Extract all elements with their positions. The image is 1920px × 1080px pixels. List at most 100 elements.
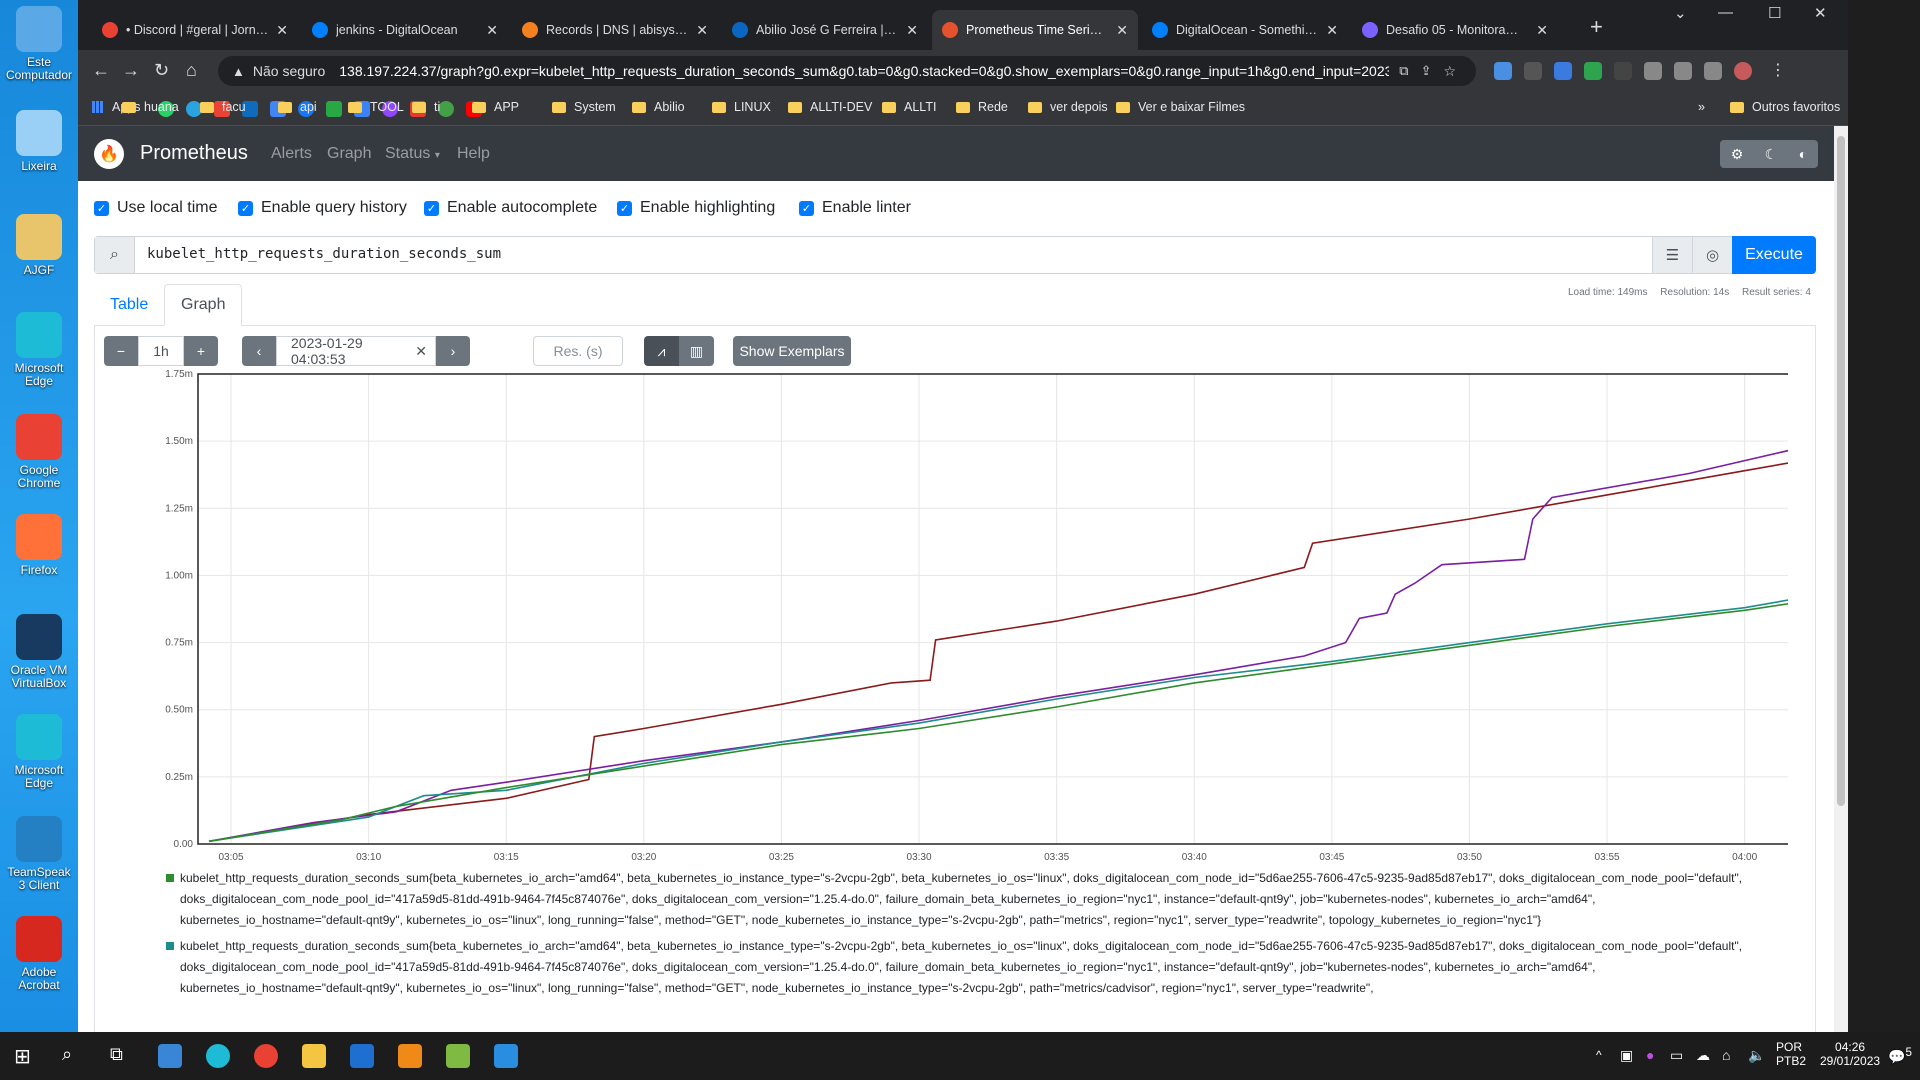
address-bar[interactable]: ▲ Não seguro 138.197.224.37/graph?g0.exp… (218, 56, 1476, 86)
close-window-icon[interactable]: ✕ (1814, 4, 1827, 22)
extension-sync-icon[interactable] (1614, 62, 1632, 80)
browser-tab[interactable]: Desafio 05 - Monitoramento ✕ (1352, 10, 1558, 50)
chevron-down-icon[interactable]: ⌄ (1674, 4, 1687, 22)
green-app-icon[interactable] (326, 101, 342, 117)
desktop-icon[interactable]: Oracle VM VirtualBox (4, 614, 74, 690)
extension-shield-icon[interactable] (1494, 62, 1512, 80)
task-view-icon[interactable]: ⧉ (110, 1044, 123, 1065)
bookmark-folder[interactable]: Rede (956, 100, 1008, 114)
moon-icon[interactable]: ☾ (1765, 146, 1778, 163)
avatar[interactable] (1734, 62, 1752, 80)
bookmark-star-icon[interactable]: ☆ (1443, 63, 1456, 80)
mail-icon[interactable] (350, 1044, 374, 1068)
desktop-icon[interactable]: Lixeira (4, 110, 74, 173)
desktop-icon[interactable]: Microsoft Edge (4, 714, 74, 790)
desktop-icon[interactable]: AJGF (4, 214, 74, 277)
edge-icon[interactable] (206, 1044, 230, 1068)
play-icon[interactable] (438, 101, 454, 117)
legend-item[interactable]: kubelet_http_requests_duration_seconds_s… (166, 936, 1746, 999)
bookmark-folder[interactable]: api (278, 100, 317, 114)
tray-chevron-icon[interactable]: ^ (1596, 1048, 1602, 1062)
contrast-icon[interactable]: ◐ (1799, 146, 1807, 162)
desktop-icon[interactable]: TeamSpeak 3 Client (4, 816, 74, 892)
checkbox-checked-icon[interactable]: ✓ (617, 200, 632, 216)
windows-start-icon[interactable]: ⊞ (14, 1044, 31, 1069)
side-panel-icon[interactable] (1704, 62, 1722, 80)
execute-button[interactable]: Execute (1732, 236, 1816, 274)
bookmark-folder[interactable]: ver depois (1028, 100, 1108, 114)
close-tab-icon[interactable]: ✕ (276, 22, 288, 39)
tray-app-icon[interactable]: ▣ (1620, 1047, 1633, 1064)
nav-help[interactable]: Help (457, 145, 490, 163)
vscode-icon[interactable] (494, 1044, 518, 1068)
close-tab-icon[interactable]: ✕ (696, 22, 708, 39)
forward-icon[interactable]: → (122, 60, 140, 81)
search-icon[interactable]: ⌕ (62, 1044, 72, 1065)
browser-tab[interactable]: Prometheus Time Series Collection ✕ (932, 10, 1138, 50)
extensions-puzzle-icon[interactable] (1644, 62, 1662, 80)
gear-icon[interactable]: ⚙ (1731, 146, 1744, 163)
scrollbar-thumb[interactable] (1837, 136, 1845, 806)
language-indicator[interactable]: POR PTB2 (1776, 1040, 1806, 1068)
close-tab-icon[interactable]: ✕ (1326, 22, 1338, 39)
bookmark-folder[interactable]: Abilio (632, 100, 685, 114)
checkbox-checked-icon[interactable]: ✓ (238, 200, 253, 216)
option-autocomplete[interactable]: ✓ Enable autocomplete (424, 199, 597, 217)
store-icon[interactable] (158, 1044, 182, 1068)
volume-icon[interactable]: 🔈 (1748, 1047, 1765, 1064)
nav-alerts[interactable]: Alerts (271, 145, 312, 163)
time-series-chart[interactable]: 0.00 0.25m 0.50m 0.75m 1.00m 1.25m 1.50m 1.75m 0… (78, 358, 1788, 868)
query-input[interactable]: kubelet_http_requests_duration_seconds_s… (147, 246, 501, 262)
kebab-menu-icon[interactable]: ⋮ (1770, 60, 1786, 80)
bookmark-folder[interactable]: ti (412, 100, 440, 114)
option-query-history[interactable]: ✓ Enable query history (238, 199, 407, 217)
notepad-plus-icon[interactable] (446, 1044, 470, 1068)
desktop-icon[interactable]: Microsoft Edge (4, 312, 74, 388)
browser-tab[interactable]: jenkins - DigitalOcean ✕ (302, 10, 508, 50)
clock[interactable]: 04:26 29/01/2023 (1820, 1040, 1880, 1068)
bookmark-folder[interactable]: huana (122, 100, 179, 114)
clear-icon[interactable]: ✕ (415, 343, 427, 360)
share-icon[interactable]: ⇪ (1421, 63, 1432, 79)
browser-tab[interactable]: Abilio José G Ferreira | LinkedIn ✕ (722, 10, 928, 50)
translate-icon[interactable]: ⧉ (1399, 63, 1408, 79)
tray-colored-icon[interactable]: ● (1646, 1047, 1654, 1063)
bookmark-folder[interactable]: facu (200, 100, 246, 114)
brand[interactable]: Prometheus (140, 142, 248, 165)
tray-monitor-icon[interactable]: ▭ (1670, 1047, 1683, 1064)
chrome-icon[interactable] (254, 1044, 278, 1068)
tab-graph[interactable]: Graph (164, 284, 243, 326)
bookmark-folder[interactable]: TOOL (348, 100, 404, 114)
reload-icon[interactable]: ↻ (154, 60, 169, 81)
close-tab-icon[interactable]: ✕ (486, 22, 498, 39)
bookmark-other[interactable]: Outros favoritos (1730, 100, 1840, 114)
back-icon[interactable]: ← (92, 60, 110, 81)
query-history-icon[interactable]: ☰ (1652, 237, 1692, 273)
bookmark-folder[interactable]: Ver e baixar Filmes (1116, 100, 1245, 114)
option-local-time[interactable]: ✓ Use local time (94, 199, 217, 217)
checkbox-checked-icon[interactable]: ✓ (799, 200, 814, 216)
bookmark-folder[interactable]: ALLTI (882, 100, 936, 114)
checkbox-checked-icon[interactable]: ✓ (424, 200, 439, 216)
bookmark-folder[interactable]: ALLTI-DEV (788, 100, 872, 114)
reading-list-icon[interactable] (1674, 62, 1692, 80)
url-text[interactable]: 138.197.224.37/graph?g0.expr=kubelet_htt… (339, 63, 1389, 79)
bookmark-folder[interactable]: LINUX (712, 100, 771, 114)
notifications-icon[interactable]: 💬5 (1888, 1046, 1912, 1066)
desktop-icon[interactable]: Google Chrome (4, 414, 74, 490)
bookmark-folder[interactable]: APP (472, 100, 519, 114)
network-icon[interactable]: ⌂ (1722, 1047, 1730, 1063)
desktop-icon[interactable]: Adobe Acrobat (4, 916, 74, 992)
maximize-icon[interactable]: ☐ (1768, 4, 1781, 22)
extension-translate-icon[interactable] (1554, 62, 1572, 80)
new-tab-icon[interactable]: + (1590, 14, 1603, 40)
desktop-icon[interactable]: Firefox (4, 514, 74, 577)
home-icon[interactable]: ⌂ (186, 60, 197, 81)
bookmarks-overflow-icon[interactable]: » (1698, 100, 1705, 114)
extension-wifi-icon[interactable] (1524, 62, 1542, 80)
tray-cloud-icon[interactable]: ☁ (1696, 1047, 1710, 1064)
option-highlighting[interactable]: ✓ Enable highlighting (617, 199, 775, 217)
browser-tab[interactable]: Records | DNS | abisystem.com ✕ (512, 10, 718, 50)
desktop-icon[interactable]: Este Computador (4, 6, 74, 82)
extension-adblock-icon[interactable] (1584, 62, 1602, 80)
